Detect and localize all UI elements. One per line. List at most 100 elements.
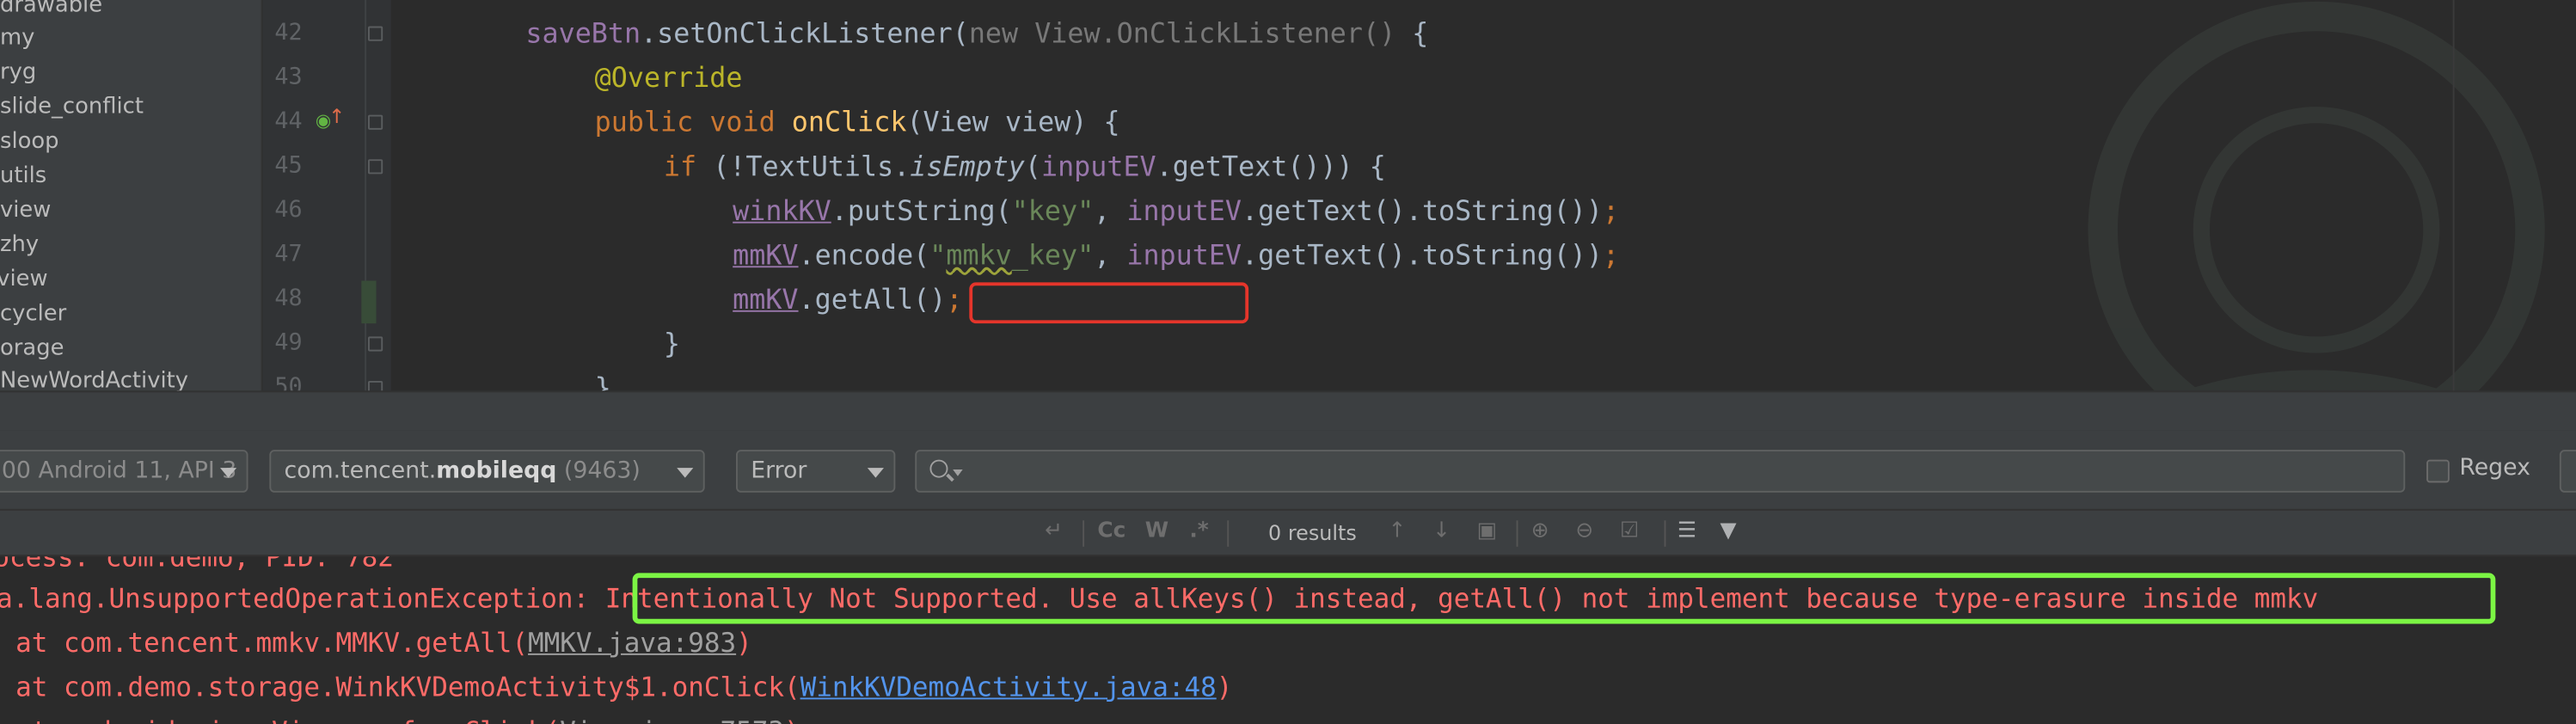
line-number: 46 (274, 197, 303, 224)
fold-marker-icon[interactable] (367, 380, 383, 391)
code-token: .putString( (831, 195, 1012, 227)
log-level-label: Error (751, 457, 807, 485)
log-line: at com.tencent.mmkv.MMKV.getAll(MMKV.jav… (0, 621, 752, 666)
code-token: .setOnClickListener( (641, 18, 969, 50)
select-all-matches-icon[interactable]: ☑ (1620, 518, 1639, 543)
device-selector[interactable]: 00 Android 11, API 3 (0, 450, 248, 493)
search-icon[interactable] (929, 459, 948, 478)
chevron-down-icon (677, 468, 694, 478)
tree-item-zhy[interactable]: zhy (0, 228, 39, 261)
process-pid: (9463) (556, 457, 641, 485)
implements-arrow-icon[interactable]: ↑ (328, 105, 345, 128)
match-case-toggle[interactable]: Cc (1097, 518, 1125, 543)
line-number: 42 (274, 19, 303, 46)
divider (1664, 520, 1666, 547)
code-token: .getAll() (798, 284, 947, 316)
stack-frame-text: ) (784, 715, 800, 724)
line-number: 45 (274, 152, 303, 180)
code-token: ( (1024, 150, 1041, 182)
code-editor[interactable]: 42 43 44 45 46 47 48 49 50 ◉ ↑ saveBtn.s… (262, 0, 2576, 391)
code-line-42: saveBtn.setOnClickListener(new View.OnCl… (525, 11, 1428, 56)
exception-type: a.lang.UnsupportedOperationException: (0, 582, 605, 615)
line-number: 50 (274, 374, 303, 391)
code-token: .getText())) { (1156, 150, 1386, 182)
code-token: inputEV (1126, 239, 1242, 272)
code-line-46: winkKV.putString("key", inputEV.getText(… (733, 189, 1619, 234)
add-occurrence-icon[interactable]: ⊕ (1531, 518, 1549, 543)
code-token: isEmpty (910, 150, 1025, 182)
tree-item-utils[interactable]: utils (0, 159, 46, 192)
panel-splitter[interactable] (0, 390, 2576, 431)
code-token: } (594, 372, 611, 391)
line-number: 48 (274, 285, 303, 312)
fold-marker-icon[interactable] (367, 26, 383, 41)
regex-checkbox[interactable] (2426, 459, 2450, 483)
code-token: inputEV (1040, 150, 1156, 182)
stack-frame-text: at com.tencent.mmkv.MMKV.getAll( (0, 627, 529, 659)
code-token: public (594, 107, 694, 138)
code-token: } (663, 328, 681, 360)
vcs-change-marker[interactable] (361, 280, 377, 324)
device-selector-label: 00 Android 11, API 3 (1, 457, 237, 485)
code-token: View.OnClickListener() (1018, 18, 1396, 50)
tree-item-recycler[interactable]: cycler (0, 298, 66, 330)
arrow-down-icon[interactable]: ↓ (1432, 518, 1451, 543)
divider (1083, 520, 1085, 547)
tree-item-new-word-activity[interactable]: NewWordActivity (0, 365, 188, 391)
tree-item-storage[interactable]: orage (0, 332, 64, 365)
tree-item-ryg[interactable]: ryg (0, 56, 36, 89)
code-token: (View view) { (906, 107, 1120, 138)
code-token: void (709, 107, 776, 138)
right-margin-guide (2452, 0, 2455, 391)
divider (1516, 520, 1518, 547)
stack-frame-link[interactable]: MMKV.java:983 (528, 627, 736, 658)
filter-icon[interactable]: ▼ (1720, 518, 1737, 543)
filter-settings-icon[interactable]: ☰ (1677, 518, 1696, 543)
code-token: { (1395, 18, 1429, 50)
code-token: ; (1602, 195, 1620, 227)
log-line: at android.view.View.performClick(View.j… (0, 709, 800, 724)
process-prefix: com.tencent. (284, 457, 437, 485)
code-token: mmkv (946, 239, 1012, 272)
code-line-43: @Override (595, 56, 743, 101)
code-token: ; (1602, 239, 1620, 272)
line-number: 43 (274, 64, 303, 91)
code-token: .getText().toString()) (1242, 239, 1603, 272)
whole-words-toggle[interactable]: W (1145, 518, 1168, 543)
tree-item-slide-conflict[interactable]: slide_conflict (0, 90, 144, 123)
code-line-50: } (594, 366, 611, 391)
chevron-down-icon (867, 468, 884, 478)
logcat-search-input[interactable] (915, 450, 2406, 493)
tree-item-my[interactable]: my (0, 21, 34, 54)
fold-marker-icon[interactable] (367, 159, 383, 175)
log-highlight-box (632, 573, 2496, 624)
arrow-up-icon[interactable]: ↑ (1389, 518, 1407, 543)
tree-item-textview[interactable]: view (0, 262, 48, 295)
search-results-count: 0 results (1268, 520, 1357, 545)
search-history-dropdown-icon[interactable] (953, 469, 963, 476)
stack-frame-text: ) (1216, 671, 1233, 703)
regex-toggle[interactable]: .* (1189, 518, 1208, 543)
regex-label: Regex (2459, 454, 2530, 482)
log-level-selector[interactable]: Error (735, 450, 896, 493)
wrap-icon[interactable]: ↵ (1045, 518, 1063, 543)
code-token: "key" (1011, 195, 1095, 227)
code-token: new (968, 18, 1019, 50)
stack-frame-text: at android.view.View.performClick( (0, 715, 560, 724)
overflow-button[interactable] (2559, 450, 2576, 493)
code-token: , (1094, 239, 1127, 272)
remove-occurrence-icon[interactable]: ⊖ (1575, 518, 1593, 543)
code-token: ; (946, 284, 963, 316)
select-all-occurrences-icon[interactable]: ▣ (1477, 518, 1497, 543)
tree-item-view[interactable]: view (0, 193, 51, 226)
stack-frame-link[interactable]: WinkKVDemoActivity.java:48 (800, 672, 1217, 703)
code-token: mmKV (733, 239, 799, 272)
logcat-output[interactable]: ocess: com.demo, PID: 782 a.lang.Unsuppo… (0, 555, 2576, 724)
process-selector[interactable]: com.tencent.mobileqq (9463) (269, 450, 705, 493)
fold-marker-icon[interactable] (367, 114, 383, 130)
tree-item-sloop[interactable]: sloop (0, 125, 59, 157)
fold-marker-icon[interactable] (367, 336, 383, 352)
stack-frame-link[interactable]: View.java:7573 (560, 715, 784, 724)
log-line: at com.demo.storage.WinkKVDemoActivity$1… (0, 665, 1232, 709)
tree-item-drawable[interactable]: drawable (0, 0, 102, 21)
